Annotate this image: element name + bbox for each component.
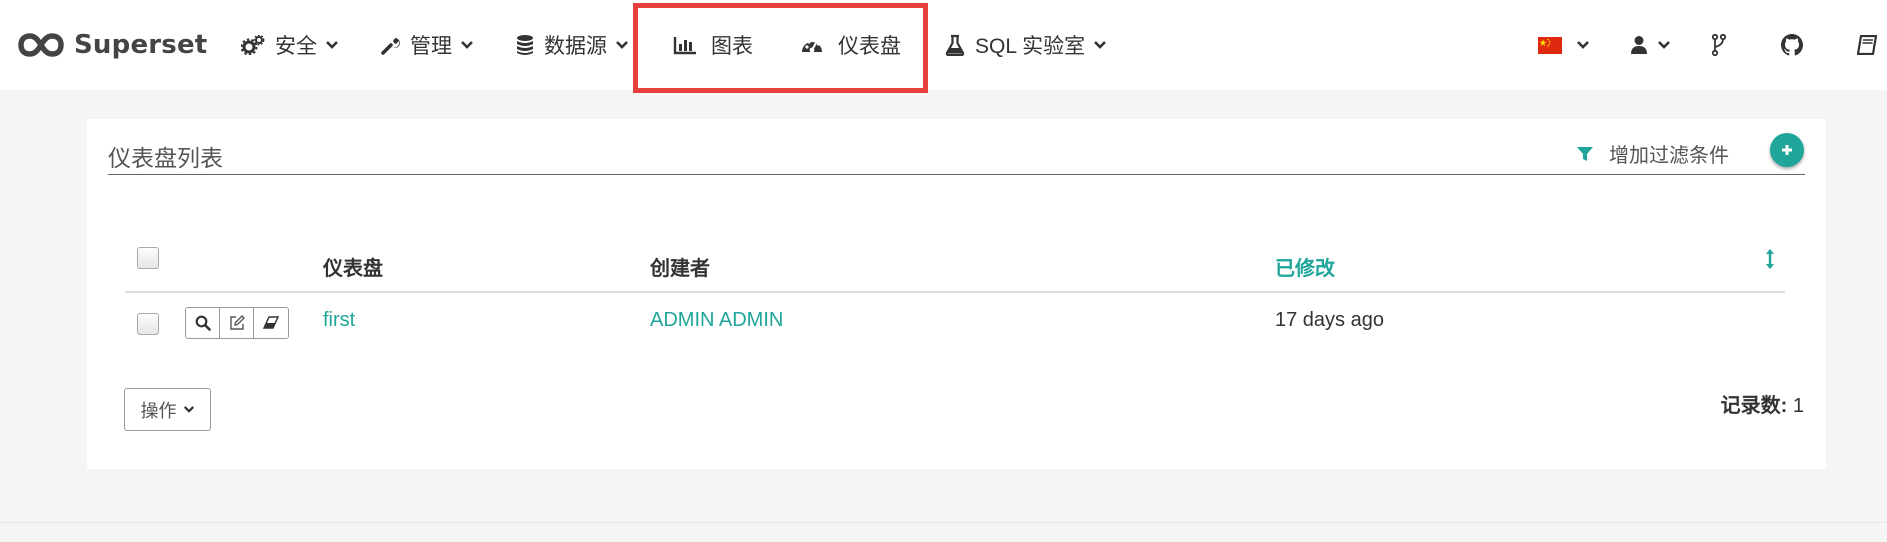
page-title: 仪表盘列表: [108, 145, 223, 171]
chevron-down-icon: [615, 40, 629, 50]
chevron-down-icon: [183, 405, 195, 414]
user-icon: [1631, 35, 1647, 55]
dashboard-link[interactable]: first: [323, 309, 355, 332]
creator-link[interactable]: ADMIN ADMIN: [650, 309, 783, 332]
database-icon: [516, 34, 534, 56]
china-flag-icon: [1538, 36, 1562, 54]
nav-sql-lab-label: SQL 实验室: [975, 35, 1086, 58]
add-dashboard-button[interactable]: [1770, 133, 1804, 167]
eraser-icon: [263, 316, 279, 330]
edit-record-button[interactable]: [220, 308, 254, 338]
infinity-logo-icon: [18, 33, 64, 57]
brand-logo[interactable]: Superset: [18, 27, 207, 63]
modified-value: 17 days ago: [1275, 309, 1384, 331]
row-actions: [185, 307, 289, 339]
github-icon: [1781, 34, 1803, 56]
chevron-down-icon: [1093, 40, 1107, 50]
nav-charts[interactable]: 图表: [673, 0, 753, 90]
top-navbar: Superset 安全 管理 数据源 图表 仪表盘 SQL 实验室: [0, 0, 1887, 90]
nav-datasources[interactable]: 数据源: [516, 0, 629, 90]
delete-record-button[interactable]: [254, 308, 288, 338]
nav-charts-label: 图表: [711, 35, 753, 58]
gears-icon: [241, 35, 265, 55]
dashboard-list-panel: 仪表盘列表 增加过滤条件 仪表盘 创建者 已修改 first ADMIN ADM…: [87, 119, 1826, 469]
language-selector[interactable]: [1538, 0, 1590, 90]
add-filter-label: 增加过滤条件: [1609, 145, 1729, 167]
nav-security[interactable]: 安全: [241, 0, 339, 90]
select-all-checkbox[interactable]: [137, 247, 159, 269]
nav-datasources-label: 数据源: [544, 35, 607, 58]
search-icon: [195, 315, 211, 331]
row-checkbox[interactable]: [137, 313, 159, 335]
table-header-divider: [125, 291, 1785, 293]
plus-icon: [1780, 143, 1794, 157]
column-header-modified[interactable]: 已修改: [1275, 252, 1335, 281]
nav-manage-label: 管理: [410, 35, 452, 58]
nav-manage[interactable]: 管理: [380, 0, 474, 90]
dashboard-icon: [800, 35, 824, 55]
nav-dashboards[interactable]: 仪表盘: [800, 0, 901, 90]
chevron-down-icon: [1657, 40, 1671, 50]
title-divider: [108, 174, 1805, 175]
wrench-icon: [380, 35, 400, 55]
nav-sql-lab[interactable]: SQL 实验室: [945, 0, 1107, 90]
show-record-button[interactable]: [186, 308, 220, 338]
flask-icon: [945, 34, 965, 56]
chevron-down-icon: [460, 40, 474, 50]
chevron-down-icon: [325, 40, 339, 50]
sort-icon[interactable]: [1765, 248, 1775, 270]
add-filter-button[interactable]: 增加过滤条件: [1577, 139, 1729, 168]
record-count-label: 记录数:: [1720, 395, 1788, 417]
filter-icon: [1577, 146, 1593, 162]
column-header-dashboard[interactable]: 仪表盘: [323, 252, 383, 281]
record-count: 记录数: 1: [1721, 389, 1804, 418]
version-link[interactable]: [1712, 0, 1726, 90]
github-link[interactable]: [1781, 0, 1803, 90]
brand-name: Superset: [74, 30, 208, 60]
edit-icon: [229, 315, 245, 331]
footer-divider: [0, 522, 1887, 523]
actions-label: 操作: [140, 400, 177, 421]
actions-dropdown-button[interactable]: 操作: [124, 388, 211, 431]
nav-dashboards-label: 仪表盘: [838, 35, 901, 58]
chevron-down-icon: [1576, 40, 1590, 50]
record-count-value: 1: [1792, 395, 1804, 417]
user-menu[interactable]: [1631, 0, 1671, 90]
column-header-creator[interactable]: 创建者: [650, 252, 710, 281]
code-fork-icon: [1712, 34, 1726, 56]
docs-link[interactable]: [1856, 0, 1878, 90]
bar-chart-icon: [673, 35, 697, 55]
book-icon: [1856, 35, 1878, 55]
nav-security-label: 安全: [275, 35, 317, 58]
